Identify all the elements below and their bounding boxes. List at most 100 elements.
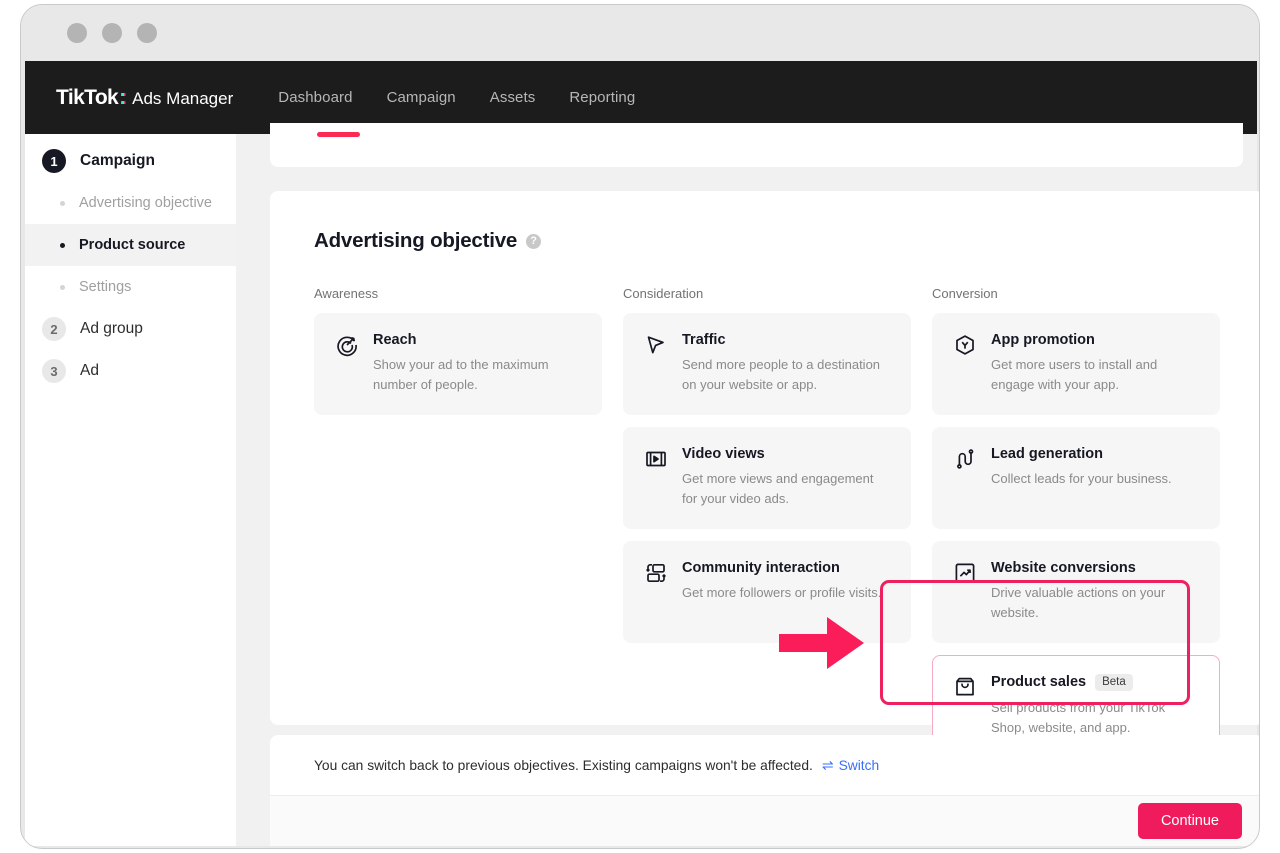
objective-card-video-views[interactable]: Video views Get more views and engagemen… bbox=[623, 427, 911, 529]
target-dart-icon bbox=[335, 333, 359, 357]
card-description: Get more views and engagement for your v… bbox=[682, 471, 874, 507]
film-play-icon bbox=[644, 447, 668, 471]
beta-badge: Beta bbox=[1095, 674, 1133, 691]
browser-window: TikTok : Ads Manager Dashboard Campaign … bbox=[20, 4, 1260, 849]
card-title-row: Traffic bbox=[682, 332, 890, 348]
tiktok-ads-manager-logo[interactable]: TikTok : Ads Manager bbox=[56, 86, 233, 110]
objective-card-community-interaction[interactable]: Community interaction Get more followers… bbox=[623, 541, 911, 643]
objective-column-consideration: Consideration Traffic Send more people t… bbox=[623, 286, 911, 769]
card-body: Traffic Send more people to a destinatio… bbox=[682, 332, 890, 396]
card-description: Drive valuable actions on your website. bbox=[991, 585, 1166, 621]
sidebar-item-product-source[interactable]: Product source bbox=[25, 224, 236, 266]
page-title: Advertising objective bbox=[314, 229, 518, 252]
sidebar-step-campaign[interactable]: 1 Campaign bbox=[25, 140, 236, 182]
card-description: Collect leads for your business. bbox=[991, 471, 1172, 486]
nav-item-assets[interactable]: Assets bbox=[490, 89, 536, 106]
card-description: Show your ad to the maximum number of pe… bbox=[373, 357, 549, 393]
card-title: App promotion bbox=[991, 332, 1095, 348]
objective-card-lead-generation[interactable]: Lead generation Collect leads for your b… bbox=[932, 427, 1220, 529]
card-title: Video views bbox=[682, 446, 765, 462]
sidebar-sub-label: Product source bbox=[79, 237, 186, 253]
main-nav: Dashboard Campaign Assets Reporting bbox=[278, 89, 635, 106]
column-label: Consideration bbox=[623, 286, 704, 301]
campaign-steps-sidebar: 1 Campaign Advertising objective Product… bbox=[25, 134, 236, 846]
card-title-row: Website conversions bbox=[991, 560, 1199, 576]
card-description: Sell products from your TikTok Shop, web… bbox=[991, 699, 1166, 735]
continue-button[interactable]: Continue bbox=[1137, 803, 1242, 839]
objective-card-traffic[interactable]: Traffic Send more people to a destinatio… bbox=[623, 313, 911, 415]
sidebar-item-advertising-objective[interactable]: Advertising objective bbox=[25, 182, 236, 224]
card-title-row: Community interaction bbox=[682, 560, 890, 576]
card-title: Lead generation bbox=[991, 446, 1103, 462]
nav-item-dashboard[interactable]: Dashboard bbox=[278, 89, 352, 106]
card-body: App promotion Get more users to install … bbox=[991, 332, 1199, 396]
card-title: Traffic bbox=[682, 332, 726, 348]
window-titlebar bbox=[21, 5, 1259, 61]
objective-card-website-conversions[interactable]: Website conversions Drive valuable actio… bbox=[932, 541, 1220, 643]
sidebar-step-ad-group[interactable]: 2 Ad group bbox=[25, 308, 236, 350]
objective-column-conversion: Conversion App promotion Get more users … bbox=[932, 286, 1220, 769]
switch-back-notice: You can switch back to previous objectiv… bbox=[270, 735, 1259, 796]
tiktok-wordmark: TikTok bbox=[56, 85, 119, 109]
card-title: Reach bbox=[373, 332, 417, 348]
column-label: Awareness bbox=[314, 286, 379, 301]
nav-item-reporting[interactable]: Reporting bbox=[569, 89, 635, 106]
card-body: Website conversions Drive valuable actio… bbox=[991, 560, 1199, 624]
column-label: Conversion bbox=[932, 286, 998, 301]
sidebar-sub-label: Advertising objective bbox=[79, 195, 212, 211]
app-hexagon-icon bbox=[953, 333, 977, 357]
step-number-badge: 2 bbox=[42, 317, 66, 341]
panel-footer: Continue bbox=[270, 796, 1259, 846]
card-body: Video views Get more views and engagemen… bbox=[682, 446, 890, 510]
card-description: Send more people to a destination on you… bbox=[682, 357, 881, 393]
help-icon[interactable]: ? bbox=[526, 233, 542, 249]
community-exchange-icon bbox=[644, 561, 668, 585]
objective-column-awareness: Awareness Reach Show your ad to the maxi… bbox=[314, 286, 602, 769]
cursor-arrow-icon bbox=[644, 333, 668, 357]
card-title-row: Product sales Beta bbox=[991, 674, 1199, 691]
card-body: Community interaction Get more followers… bbox=[682, 560, 890, 624]
switch-link[interactable]: ⇌ Switch bbox=[822, 757, 879, 774]
sidebar-step-label: Campaign bbox=[80, 152, 155, 169]
switch-arrows-icon: ⇌ bbox=[821, 756, 834, 773]
ads-manager-label: Ads Manager bbox=[132, 88, 234, 108]
card-body: Reach Show your ad to the maximum number… bbox=[373, 332, 581, 396]
switch-link-label: Switch bbox=[838, 757, 880, 773]
sidebar-step-ad[interactable]: 3 Ad bbox=[25, 350, 236, 392]
shopping-bag-icon bbox=[953, 675, 977, 699]
card-title-row: App promotion bbox=[991, 332, 1199, 348]
sidebar-step-label: Ad group bbox=[80, 320, 143, 337]
magnet-lead-icon bbox=[953, 447, 977, 471]
page-body: 1 Campaign Advertising objective Product… bbox=[25, 123, 1259, 846]
active-tab-underline bbox=[317, 132, 360, 137]
tiktok-colon-accent: : bbox=[119, 85, 127, 109]
maximize-dot[interactable] bbox=[137, 23, 157, 43]
card-body: Product sales Beta Sell products from yo… bbox=[991, 674, 1199, 738]
sidebar-sub-label: Settings bbox=[79, 279, 132, 295]
card-body: Lead generation Collect leads for your b… bbox=[991, 446, 1199, 510]
card-title: Product sales bbox=[991, 674, 1087, 691]
card-title-row: Reach bbox=[373, 332, 581, 348]
objective-card-app-promotion[interactable]: App promotion Get more users to install … bbox=[932, 313, 1220, 415]
card-description: Get more followers or profile visits. bbox=[682, 585, 882, 600]
close-dot[interactable] bbox=[67, 23, 87, 43]
minimize-dot[interactable] bbox=[102, 23, 122, 43]
advertising-objective-panel: Advertising objective ? Awareness Reach … bbox=[270, 191, 1259, 757]
main-content: Advertising objective ? Awareness Reach … bbox=[236, 123, 1259, 846]
objective-columns: Awareness Reach Show your ad to the maxi… bbox=[314, 286, 1220, 769]
partial-tab-bar-card bbox=[270, 123, 1243, 167]
step-number-badge: 1 bbox=[42, 149, 66, 173]
panel-title-row: Advertising objective ? bbox=[314, 229, 542, 253]
card-title: Community interaction bbox=[682, 560, 840, 576]
step-number-badge: 3 bbox=[42, 359, 66, 383]
nav-item-campaign[interactable]: Campaign bbox=[387, 89, 456, 106]
card-title-row: Video views bbox=[682, 446, 890, 462]
card-description: Get more users to install and engage wit… bbox=[991, 357, 1158, 393]
objective-card-reach[interactable]: Reach Show your ad to the maximum number… bbox=[314, 313, 602, 415]
trend-arrow-box-icon bbox=[953, 561, 977, 585]
notice-text: You can switch back to previous objectiv… bbox=[314, 757, 813, 773]
card-title-row: Lead generation bbox=[991, 446, 1199, 462]
annotation-arrow-icon bbox=[779, 617, 864, 674]
sidebar-item-settings[interactable]: Settings bbox=[25, 266, 236, 308]
card-title: Website conversions bbox=[991, 560, 1136, 576]
